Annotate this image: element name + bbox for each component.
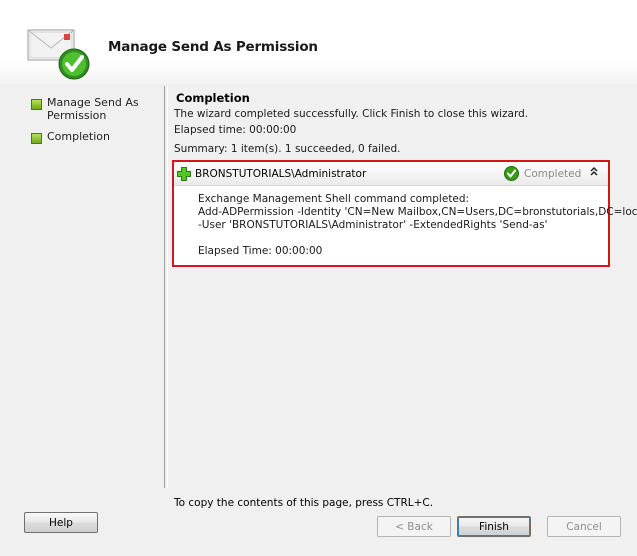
result-user: BRONSTUTORIALS\Administrator — [195, 168, 367, 180]
result-line: Exchange Management Shell command comple… — [198, 193, 470, 205]
vertical-divider — [164, 86, 168, 488]
result-line: Elapsed Time: 00:00:00 — [198, 245, 323, 257]
step-bullet-icon — [31, 133, 42, 144]
finish-button[interactable]: Finish — [457, 516, 531, 537]
step-list: Manage Send As Permission Completion — [30, 96, 160, 151]
step-bullet-icon — [31, 99, 42, 110]
copy-hint: To copy the contents of this page, press… — [174, 497, 434, 509]
wizard-header: Manage Send As Permission — [0, 0, 637, 84]
page-title: Manage Send As Permission — [108, 39, 318, 55]
step-label: Completion — [47, 130, 111, 143]
result-panel: BRONSTUTORIALS\Administrator Completed E… — [172, 160, 637, 267]
result-details: Exchange Management Shell command comple… — [198, 193, 637, 258]
cancel-button[interactable]: Cancel — [547, 516, 621, 537]
step-manage-send-as[interactable]: Manage Send As Permission — [30, 96, 160, 122]
envelope-check-icon — [27, 29, 90, 80]
completion-message: The wizard completed successfully. Click… — [174, 108, 529, 120]
check-icon — [504, 166, 519, 181]
result-line: -User 'BRONSTUTORIALS\Administrator' -Ex… — [198, 219, 548, 231]
step-label: Manage Send As Permission — [47, 96, 139, 122]
result-line — [198, 232, 637, 245]
summary-text: Summary: 1 item(s). 1 succeeded, 0 faile… — [174, 143, 401, 155]
result-header[interactable]: BRONSTUTORIALS\Administrator Completed — [174, 162, 608, 186]
elapsed-time: Elapsed time: 00:00:00 — [174, 124, 297, 136]
result-line: Add-ADPermission -Identity 'CN=New Mailb… — [198, 206, 637, 218]
back-button[interactable]: < Back — [377, 516, 451, 537]
step-completion[interactable]: Completion — [30, 130, 160, 144]
section-title: Completion — [176, 91, 250, 105]
collapse-icon[interactable] — [586, 165, 602, 181]
help-button[interactable]: Help — [24, 512, 98, 533]
status-label: Completed — [524, 168, 582, 180]
plus-icon — [177, 167, 191, 181]
